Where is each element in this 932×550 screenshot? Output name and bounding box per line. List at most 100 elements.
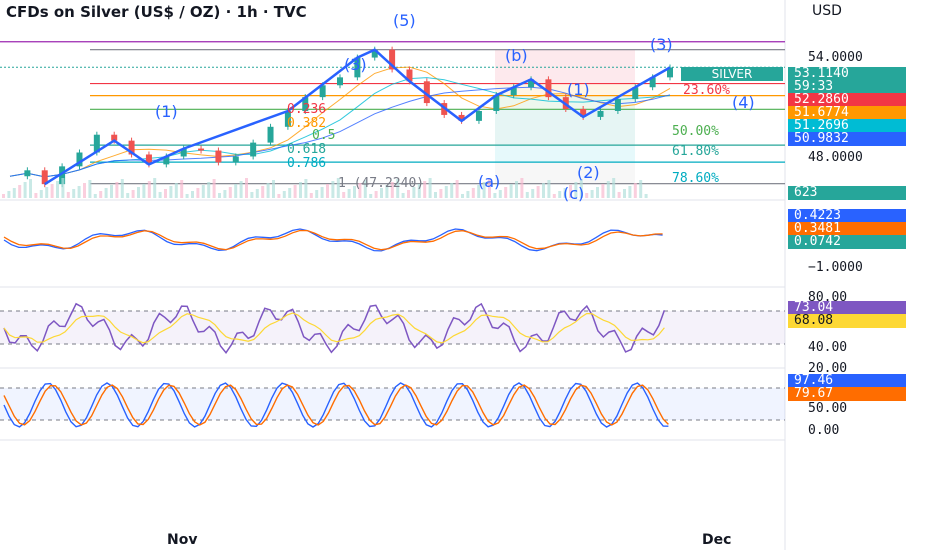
fib-left-236: 0.236: [287, 102, 327, 117]
volume-bar: [137, 187, 140, 198]
volume-bar: [542, 183, 545, 198]
volume-bar: [261, 186, 265, 198]
volume-bar: [466, 191, 470, 198]
volume-bar: [66, 192, 70, 198]
volume-bar: [255, 189, 259, 198]
volume-bar: [158, 192, 162, 198]
candle-body: [232, 156, 239, 163]
macd-badge-3: 0.0742: [788, 235, 906, 249]
rsi-pane: [0, 302, 785, 354]
volume-bar: [444, 186, 448, 198]
volume-bar: [439, 189, 443, 198]
volume-bar: [2, 194, 5, 198]
volume-bar: [104, 188, 108, 198]
candle-body: [614, 99, 621, 111]
volume-bar: [531, 189, 535, 198]
volume-bar: [585, 193, 589, 198]
volume-bar: [331, 181, 335, 198]
volume-bar: [45, 187, 49, 198]
volume-bar: [201, 185, 205, 198]
fib-retracement-zones: [495, 49, 635, 184]
wave-label-minor-3: (3): [650, 35, 673, 54]
volume-bar: [50, 184, 54, 198]
volume-bar: [110, 185, 113, 198]
wave-label-b: (b): [505, 46, 528, 65]
volume-bar: [450, 183, 454, 198]
candle-body: [250, 142, 257, 157]
price-tick-54: 54.0000: [808, 50, 863, 65]
volume-bar: [29, 179, 32, 198]
volume-bar: [320, 187, 324, 198]
volume-bar: [520, 178, 524, 198]
volume-bar: [536, 186, 540, 198]
volume-bar: [493, 193, 497, 198]
volume-bar: [288, 188, 292, 198]
volume-bar: [61, 178, 65, 198]
wave-label-minor-1: (1): [567, 80, 590, 99]
volume-bar: [250, 192, 254, 198]
candle-body: [198, 148, 205, 151]
volume-bar: [401, 193, 405, 198]
volume-bar: [342, 192, 346, 198]
volume-bar: [601, 184, 605, 198]
volume-bar: [309, 193, 313, 198]
fib-zone: [495, 145, 635, 163]
fib-left-500: 0.5: [312, 128, 336, 143]
volume-bar: [617, 192, 621, 198]
volume-bar: [547, 180, 551, 198]
fib-right-618: 61.80%: [672, 144, 719, 159]
volume-bar: [169, 186, 173, 198]
x-tick-nov: Nov: [167, 532, 198, 548]
volume-bar: [272, 180, 275, 198]
volume-bar: [23, 182, 27, 198]
volume-bar: [18, 185, 22, 198]
volume-bar: [72, 189, 76, 198]
volume-bar: [498, 190, 502, 198]
fib-right-236: 23.60%: [683, 83, 730, 98]
volume-bar: [174, 183, 178, 198]
currency-label[interactable]: USD: [812, 3, 842, 19]
volume-bar: [147, 181, 151, 198]
volume-bar: [374, 191, 378, 198]
stoch-axis-50: 50.00: [808, 401, 848, 416]
volume-bar: [185, 194, 189, 198]
volume-bar: [558, 191, 562, 198]
volume-bar: [266, 183, 270, 198]
fib-500-badge: 50.9832: [788, 132, 906, 146]
wave-label-a: (a): [478, 172, 501, 191]
volume-bar: [644, 194, 648, 198]
candle-body: [337, 77, 343, 86]
volume-bar: [612, 178, 616, 198]
volume-bar: [525, 192, 529, 198]
volume-bar: [83, 183, 86, 198]
volume-bar: [234, 184, 238, 198]
volume-bar: [633, 183, 637, 198]
macd-pane: [3, 228, 663, 252]
volume-bar: [590, 190, 594, 198]
macd-axis-label: −1.0000: [808, 260, 863, 275]
volume-bar: [315, 190, 319, 198]
stoch-axis-0: 0.00: [808, 423, 840, 438]
candle-body: [215, 150, 222, 163]
volume-bar: [191, 191, 194, 198]
volume-bar: [504, 187, 508, 198]
volume-bar: [164, 189, 167, 198]
volume-bar: [99, 191, 103, 198]
stoch-d-badge: 79.67: [788, 387, 906, 401]
volume-bar: [628, 186, 632, 198]
volume-bar: [196, 188, 200, 198]
volume-bar: [212, 179, 216, 198]
volume-bar: [180, 180, 184, 198]
rsi-axis-40: 40.00: [808, 340, 848, 355]
volume-bar: [606, 181, 610, 198]
candle-body: [597, 110, 604, 117]
volume-bar: [239, 181, 243, 198]
volume-bar: [596, 187, 599, 198]
volume-bar: [304, 179, 308, 198]
fib-right-786: 78.60%: [672, 171, 719, 186]
wave-label-3: (3): [344, 55, 367, 74]
candle-body: [24, 170, 31, 177]
volume-bar: [509, 184, 513, 198]
rsi-ma-badge: 68.08: [788, 314, 906, 328]
volume-bar: [56, 181, 59, 198]
